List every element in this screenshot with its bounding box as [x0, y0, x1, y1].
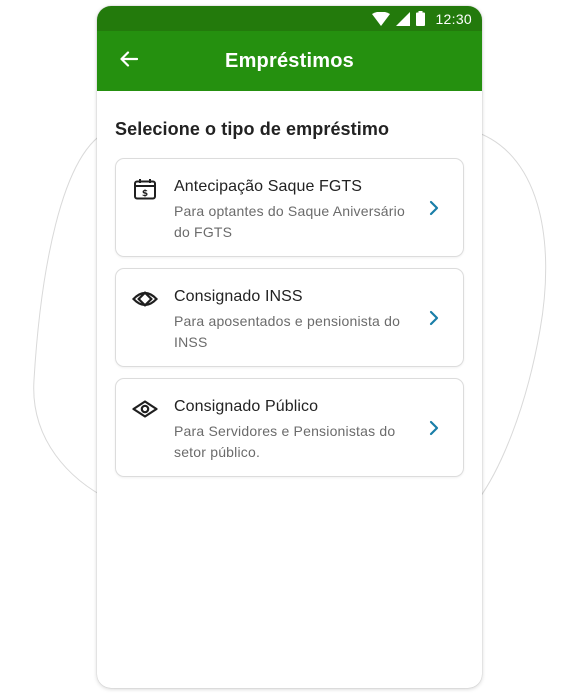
option-card-inss[interactable]: Consignado INSS Para aposentados e pensi… — [115, 268, 464, 367]
section-heading: Selecione o tipo de empréstimo — [115, 119, 390, 139]
wifi-icon — [372, 11, 391, 26]
battery-icon — [416, 11, 426, 26]
back-button[interactable] — [115, 47, 143, 75]
option-card-fgts[interactable]: $ Antecipação Saque FGTS Para optantes d… — [115, 158, 464, 257]
main-content: Selecione o tipo de empréstimo $ Antecip… — [97, 91, 482, 477]
arrow-left-icon — [120, 50, 139, 72]
option-title: Antecipação Saque FGTS — [174, 178, 363, 195]
option-description: Para aposentados e pensionista do INSS — [174, 313, 401, 350]
option-description: Para optantes do Saque Aniversário do FG… — [174, 203, 405, 240]
signal-icon — [396, 11, 411, 26]
calendar-money-icon: $ — [131, 177, 159, 201]
status-time: 12:30 — [435, 10, 472, 27]
status-bar: 12:30 — [97, 6, 482, 31]
eye-slash-icon — [131, 287, 159, 311]
app-bar: Empréstimos — [97, 31, 482, 91]
phone-frame: 12:30 Empréstimos Selecione o tipo de em… — [97, 6, 482, 688]
page-title: Empréstimos — [225, 49, 354, 72]
option-card-publico[interactable]: Consignado Público Para Servidores e Pen… — [115, 378, 464, 477]
chevron-right-icon — [429, 420, 439, 436]
option-title: Consignado Público — [174, 398, 319, 415]
option-title: Consignado INSS — [174, 288, 303, 305]
chevron-right-icon — [429, 200, 439, 216]
screen: 12:30 Empréstimos Selecione o tipo de em… — [0, 0, 580, 696]
svg-text:$: $ — [142, 189, 148, 199]
eye-icon — [131, 397, 159, 421]
option-description: Para Servidores e Pensionistas do setor … — [174, 423, 396, 460]
chevron-right-icon — [429, 310, 439, 326]
